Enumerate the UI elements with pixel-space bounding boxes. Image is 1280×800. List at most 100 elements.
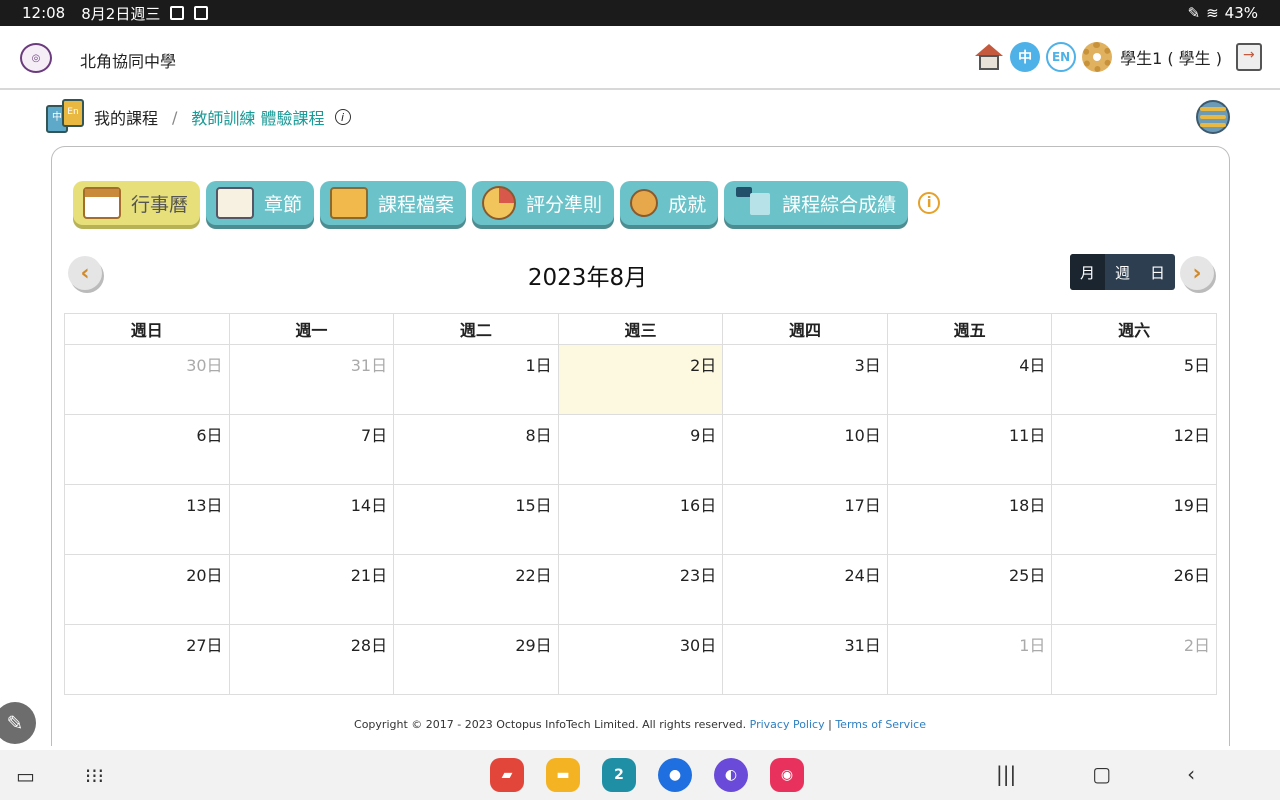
weekday-header: 週一 — [228, 313, 395, 345]
day-cell[interactable]: 19日 — [1051, 484, 1217, 555]
home-icon[interactable] — [974, 42, 1004, 72]
calendar-title: 2023年8月 — [527, 265, 648, 291]
app-drawer-icon[interactable]: ⁝⁝⁝ — [85, 764, 104, 788]
day-cell[interactable]: 21日 — [228, 554, 395, 625]
weekday-header: 週四 — [722, 313, 888, 345]
day-cell[interactable]: 20日 — [64, 554, 230, 625]
day-cell[interactable]: 13日 — [64, 484, 230, 555]
day-cell[interactable]: 8日 — [393, 414, 559, 485]
day-cell[interactable]: 4日 — [886, 344, 1053, 415]
weekday-header: 週二 — [393, 313, 559, 345]
day-cell[interactable]: 31日 — [228, 344, 395, 415]
tab-calendar[interactable]: 行事曆 — [73, 181, 201, 225]
gear-icon[interactable] — [1082, 42, 1113, 72]
day-cell[interactable]: 30日 — [64, 344, 230, 415]
tab-grading-criteria[interactable]: 評分準則 — [472, 181, 615, 225]
calendar-week-row: 27日 28日 29日 30日 31日 1日 2日 — [64, 624, 1217, 695]
app-header: ◎ 北角協同中學 中 EN 學生1 ( 學生 ) — [0, 26, 1280, 90]
messages-app-icon[interactable]: ● — [658, 758, 692, 792]
view-day-button[interactable]: 日 — [1140, 254, 1175, 290]
weekday-header: 週日 — [64, 313, 230, 345]
tab-achievements[interactable]: 成就 — [620, 181, 719, 225]
weekday-header: 週三 — [557, 313, 724, 345]
lang-zh-button[interactable]: 中 — [1010, 42, 1041, 72]
floating-pen-icon[interactable]: ✎ — [0, 702, 36, 744]
status-date: 8月2日週三 — [81, 4, 161, 23]
calendar-app-icon[interactable]: 2 — [602, 758, 636, 792]
tabs-info-icon[interactable]: i — [918, 192, 941, 214]
course-info-icon[interactable]: i — [334, 109, 351, 125]
day-cell[interactable]: 1日 — [393, 344, 559, 415]
battery-level: 43% — [1224, 4, 1258, 22]
screen-switch-icon[interactable]: ▭ — [16, 764, 35, 788]
day-cell[interactable]: 9日 — [557, 414, 724, 485]
day-cell[interactable]: 7日 — [228, 414, 395, 485]
lang-en-button[interactable]: EN — [1046, 42, 1077, 72]
hamburger-menu-icon[interactable] — [1196, 100, 1230, 134]
day-cell[interactable]: 3日 — [722, 344, 888, 415]
day-cell[interactable]: 26日 — [1051, 554, 1217, 625]
blocks-icon — [734, 187, 772, 219]
privacy-policy-link[interactable]: Privacy Policy — [750, 718, 825, 731]
status-bar: 12:08 8月2日週三 ✎ ≋ 43% — [0, 0, 1280, 26]
copyright-text: Copyright © 2017 - 2023 Octopus InfoTech… — [354, 718, 747, 731]
day-cell[interactable]: 2日 — [1051, 624, 1217, 695]
day-cell[interactable]: 5日 — [1051, 344, 1217, 415]
day-cell[interactable]: 17日 — [722, 484, 888, 555]
logout-icon[interactable] — [1236, 43, 1262, 71]
view-week-button[interactable]: 週 — [1105, 254, 1140, 290]
medal-icon — [630, 189, 659, 217]
camera-app-icon[interactable]: ◉ — [770, 758, 804, 792]
day-cell[interactable]: 14日 — [228, 484, 395, 555]
day-cell[interactable]: 25日 — [886, 554, 1053, 625]
breadcrumb-current-course[interactable]: 教師訓練 體驗課程 — [191, 105, 324, 129]
tab-chapters[interactable]: 章節 — [206, 181, 315, 225]
day-cell-today[interactable]: 2日 — [557, 344, 724, 415]
tab-course-files[interactable]: 課程檔案 — [320, 181, 467, 225]
view-toggle: 月 週 日 — [1070, 254, 1175, 290]
day-cell[interactable]: 27日 — [64, 624, 230, 695]
day-cell[interactable]: 10日 — [722, 414, 888, 485]
footer-separator: | — [828, 718, 832, 731]
calendar-week-row: 13日 14日 15日 16日 17日 18日 19日 — [64, 484, 1217, 555]
tab-overall-grades[interactable]: 課程綜合成績 — [724, 181, 909, 225]
day-cell[interactable]: 18日 — [886, 484, 1053, 555]
recent-apps-icon[interactable]: ||| — [996, 762, 1016, 786]
home-nav-icon[interactable]: ▢ — [1092, 762, 1111, 786]
day-cell[interactable]: 1日 — [886, 624, 1053, 695]
day-cell[interactable]: 23日 — [557, 554, 724, 625]
checkbox-notification-icon — [194, 6, 209, 20]
calendar-app-badge: 2 — [614, 767, 624, 783]
day-cell[interactable]: 22日 — [393, 554, 559, 625]
chevron-right-icon: › — [1192, 260, 1202, 286]
school-logo-icon: ◎ — [20, 43, 52, 73]
day-cell[interactable]: 29日 — [393, 624, 559, 695]
tab-label: 成就 — [668, 193, 707, 216]
terms-of-service-link[interactable]: Terms of Service — [835, 718, 926, 731]
day-cell[interactable]: 11日 — [886, 414, 1053, 485]
calendar-icon — [83, 187, 121, 219]
course-tabs: 行事曆 章節 課程檔案 評分準則 成就 課程綜合成績 i — [73, 181, 941, 225]
breadcrumb-my-courses[interactable]: 我的課程 — [94, 105, 158, 129]
files-app-icon[interactable]: ▬ — [546, 758, 580, 792]
my-courses-icon[interactable]: 中 En — [46, 99, 84, 135]
day-cell[interactable]: 15日 — [393, 484, 559, 555]
tab-label: 課程綜合成績 — [782, 193, 897, 216]
day-cell[interactable]: 6日 — [64, 414, 230, 485]
day-cell[interactable]: 12日 — [1051, 414, 1217, 485]
day-cell[interactable]: 24日 — [722, 554, 888, 625]
day-cell[interactable]: 30日 — [557, 624, 724, 695]
back-nav-icon[interactable]: ‹ — [1187, 762, 1195, 786]
page-footer: Copyright © 2017 - 2023 Octopus InfoTech… — [0, 718, 1280, 731]
view-month-button[interactable]: 月 — [1070, 254, 1105, 290]
internet-app-icon[interactable]: ◐ — [714, 758, 748, 792]
day-cell[interactable]: 16日 — [557, 484, 724, 555]
calendar-week-row: 20日 21日 22日 23日 24日 25日 26日 — [64, 554, 1217, 625]
user-label[interactable]: 學生1 ( 學生 ) — [1120, 45, 1222, 69]
folder-icon — [330, 187, 369, 219]
notes-app-icon[interactable]: ▰ — [490, 758, 524, 792]
next-month-button[interactable]: › — [1180, 256, 1214, 290]
day-cell[interactable]: 28日 — [228, 624, 395, 695]
pen-status-icon: ✎ — [1187, 4, 1201, 22]
day-cell[interactable]: 31日 — [722, 624, 888, 695]
